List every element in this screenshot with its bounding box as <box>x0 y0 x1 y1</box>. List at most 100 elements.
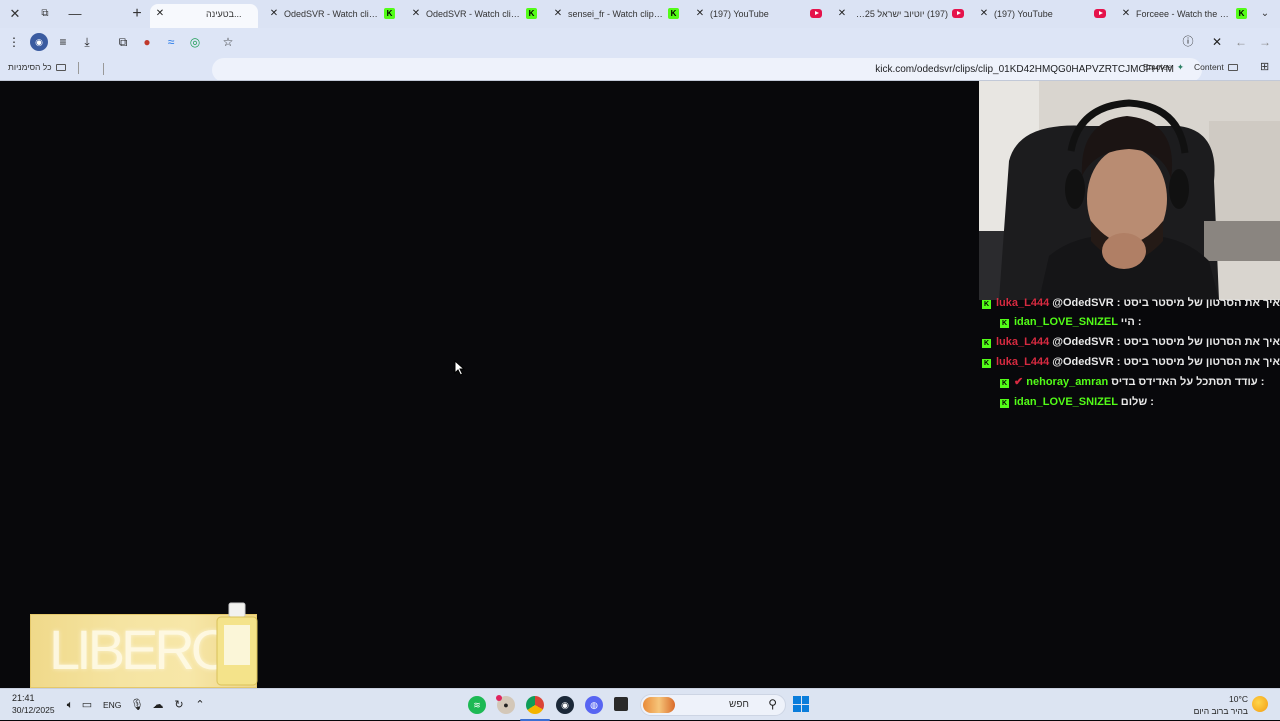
new-tab-button[interactable]: + <box>128 4 146 24</box>
tab-strip: ✕ ⧉ — + ✕ בטעינה... ✕ OdedSVR - Watch cl… <box>0 0 1280 28</box>
clock-date[interactable]: 30/12/2025 <box>12 705 55 715</box>
all-bookmarks-folder[interactable]: כל הסימניות <box>8 62 66 72</box>
extensions-icon[interactable]: ⧉ <box>114 33 132 51</box>
youtube-favicon-icon <box>810 9 822 18</box>
tab-sensei-clips[interactable]: ✕ sensei_fr - Watch clips on K <box>548 4 686 28</box>
minimize-window-icon[interactable]: — <box>64 4 86 24</box>
network-icon[interactable]: ▭ <box>79 697 95 713</box>
windows-start-icon[interactable] <box>793 696 809 712</box>
close-tab-icon[interactable]: ✕ <box>978 4 990 24</box>
restore-window-icon[interactable]: ⧉ <box>34 4 56 24</box>
bookmark-star-icon[interactable]: ☆ <box>219 33 237 51</box>
notification-dot <box>496 695 502 701</box>
show-hidden-icons[interactable]: ⌃ <box>192 697 208 713</box>
chat-username: luka_L444 <box>996 297 1050 309</box>
taskbar-search-box[interactable]: חפש ⚲ <box>640 694 786 716</box>
taskbar: 21:41 30/12/2025 🔈︎ ▭ ENG 🎙︎ ☁︎ ↻ ⌃ ≋ ● … <box>0 688 1280 721</box>
kick-badge-icon: K <box>982 339 991 348</box>
tab-odedsvr-clips-1[interactable]: ✕ OdedSVR - Watch clips on K <box>264 4 402 28</box>
update-icon[interactable]: ↻ <box>171 697 187 713</box>
kick-favicon-icon: K <box>668 8 679 19</box>
bookmarks-bar: כל הסימניות Emotes ✦ Content ⊞ <box>0 56 1280 81</box>
chat-username: idan_LOVE_SNIZEL <box>1014 316 1118 328</box>
close-tab-icon[interactable]: ✕ <box>1120 4 1132 24</box>
chat-text: היי : <box>1120 316 1142 328</box>
tab-title: (197) YouTube <box>994 9 1053 19</box>
close-tab-icon[interactable]: ✕ <box>268 4 280 24</box>
close-tab-icon[interactable]: ✕ <box>694 4 706 24</box>
kick-favicon-icon: K <box>526 8 537 19</box>
chat-username: idan_LOVE_SNIZEL <box>1014 396 1118 408</box>
tab-title: OdedSVR - Watch clips on <box>426 9 522 19</box>
spotify-icon[interactable]: ≋ <box>468 696 486 714</box>
tab-youtube-israel[interactable]: ✕ (197) יוטיוב ישראל 2025 - <box>832 4 970 28</box>
media-controls-icon[interactable]: ≡ <box>54 33 72 51</box>
chat-username: nehoray_amran <box>1026 376 1109 388</box>
tab-forceee-vod[interactable]: ✕ Forceee - Watch the VOD K <box>1116 4 1254 28</box>
chat-message: Kluka_L444 @OdedSVR : איך את הסרטון של מ… <box>982 333 1280 351</box>
folder-icon <box>55 64 66 71</box>
chrome-icon[interactable] <box>526 696 544 714</box>
perfume-bottle-image <box>216 602 258 686</box>
downloads-icon[interactable]: ⤓ <box>78 33 96 51</box>
tab-title: (197) יוטיוב ישראל 2025 - <box>854 9 948 19</box>
file-explorer-icon[interactable] <box>614 697 628 711</box>
chat-username: luka_L444 <box>996 336 1050 348</box>
youtube-favicon-icon <box>1094 9 1106 18</box>
stop-loading-icon[interactable]: ✕ <box>1208 33 1226 51</box>
browser-window-chrome: ✕ ⧉ — + ✕ בטעינה... ✕ OdedSVR - Watch cl… <box>0 0 1280 82</box>
close-tab-icon[interactable]: ✕ <box>552 4 564 24</box>
chat-message: Kluka_L444 @OdedSVR : איך את הסרטון של מ… <box>982 296 1280 312</box>
cloud-sync-icon[interactable]: ☁︎ <box>150 697 166 713</box>
content-label: Content <box>1194 62 1224 72</box>
tab-title: Forceee - Watch the VOD <box>1136 9 1232 19</box>
close-tab-icon[interactable]: ✕ <box>410 4 422 24</box>
close-tab-icon[interactable]: ✕ <box>154 4 166 24</box>
close-tab-icon[interactable]: ✕ <box>836 4 848 24</box>
sponsor-ad-banner[interactable]: LIBERO <box>30 602 258 688</box>
kick-badge-icon: K <box>1000 319 1009 328</box>
forward-icon[interactable]: → <box>1256 33 1274 51</box>
kick-favicon-icon: K <box>1236 8 1247 19</box>
extension-grammarly-icon[interactable]: ◎ <box>186 33 204 51</box>
tab-loading[interactable]: ✕ בטעינה... <box>150 4 258 28</box>
weather-temp[interactable]: 10°C <box>1229 694 1248 704</box>
extension-translate-icon[interactable]: ≈ <box>162 33 180 51</box>
discord-icon[interactable]: ◍ <box>585 696 603 714</box>
tab-youtube-2[interactable]: ✕ (197) YouTube <box>974 4 1112 28</box>
mouse-cursor-icon <box>454 360 466 376</box>
kick-favicon-icon: K <box>384 8 395 19</box>
search-placeholder: חפש <box>729 699 749 710</box>
bookmarks-divider <box>78 62 79 74</box>
apps-grid-icon[interactable]: ⊞ <box>1260 60 1269 73</box>
back-icon[interactable]: ← <box>1232 33 1250 51</box>
extension-avatar-icon[interactable]: ● <box>138 33 156 51</box>
language-indicator[interactable]: ENG <box>103 700 121 710</box>
tab-title: OdedSVR - Watch clips on <box>284 9 380 19</box>
chat-text: עודד תסתכל על האדידס בדיס : <box>1111 376 1265 388</box>
weather-description[interactable]: בהיר ברוב היום <box>1194 706 1248 716</box>
profile-avatar-icon[interactable]: ◉ <box>30 33 48 51</box>
chat-message: Kidan_LOVE_SNIZEL היי : <box>1000 313 1142 331</box>
verified-badge-icon: ✔ <box>1014 376 1024 388</box>
clock-time[interactable]: 21:41 <box>12 693 35 703</box>
emotes-icon: ✦ <box>1176 62 1184 72</box>
tab-title: (197) YouTube <box>710 9 769 19</box>
chat-text: @OdedSVR : איך את הסרטון של מיסטר ביסט <box>1052 356 1280 368</box>
volume-icon[interactable]: 🔈︎ <box>62 697 78 713</box>
tab-odedsvr-clips-2[interactable]: ✕ OdedSVR - Watch clips on K <box>406 4 544 28</box>
microphone-icon[interactable]: 🎙︎ <box>129 697 145 713</box>
chat-overlay: Kluka_L444 @OdedSVR : איך את הסרטון של מ… <box>978 296 1280 411</box>
tab-youtube-1[interactable]: ✕ (197) YouTube <box>690 4 828 28</box>
close-window-icon[interactable]: ✕ <box>4 4 26 24</box>
browser-toolbar: ⋮ ◉ ≡ ⤓ ⧉ ● ≈ ◎ ☆ kick.com/odedsvr/clips… <box>0 28 1280 82</box>
weather-sun-icon <box>1252 696 1268 712</box>
tab-search-icon[interactable]: ⌄ <box>1254 4 1276 24</box>
site-info-icon[interactable]: ⓘ <box>1179 33 1197 51</box>
content-bookmark[interactable]: Content <box>1194 62 1238 72</box>
emotes-label: Emotes <box>1143 62 1172 72</box>
browser-menu-icon[interactable]: ⋮ <box>5 33 23 51</box>
steam-icon[interactable]: ◉ <box>556 696 574 714</box>
emotes-bookmark[interactable]: Emotes ✦ <box>1143 62 1184 73</box>
streamer-webcam-overlay <box>979 81 1280 300</box>
